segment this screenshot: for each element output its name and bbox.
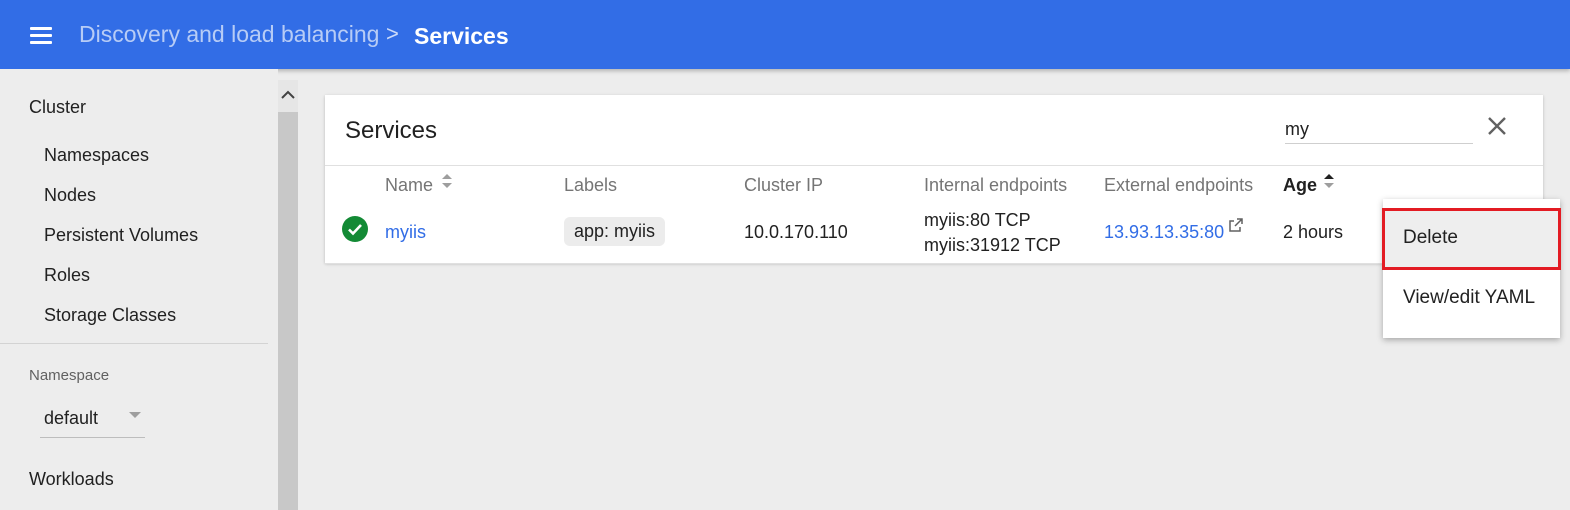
sidebar-item-persistent-volumes[interactable]: Persistent Volumes: [44, 225, 198, 246]
column-header-cluster-ip: Cluster IP: [744, 175, 824, 195]
breadcrumb-chevron-icon: >: [386, 21, 399, 46]
column-header-internal-endpoints: Internal endpoints: [924, 175, 1068, 195]
internal-endpoint: myiis:80 TCP: [924, 210, 1031, 230]
open-in-new-icon[interactable]: [1229, 218, 1243, 232]
age-value: 2 hours: [1283, 222, 1344, 242]
namespace-select[interactable]: default: [40, 400, 145, 438]
table-row-divider: [325, 263, 1543, 264]
sidebar: Cluster Namespaces Nodes Persistent Volu…: [0, 69, 278, 510]
sort-icon[interactable]: [1322, 171, 1336, 193]
sidebar-scrollbar[interactable]: [278, 80, 298, 510]
sidebar-section-workloads[interactable]: Workloads: [29, 469, 114, 490]
sidebar-item-roles[interactable]: Roles: [44, 265, 90, 286]
breadcrumb-parent[interactable]: Discovery and load balancing: [79, 20, 379, 48]
menu-item-delete[interactable]: Delete: [1382, 208, 1561, 270]
column-header-name[interactable]: Name: [385, 175, 433, 196]
chevron-down-icon: [129, 412, 141, 418]
status-ok-icon: [342, 216, 368, 242]
top-app-bar: Discovery and load balancing > Services: [0, 0, 1570, 69]
sidebar-item-nodes[interactable]: Nodes: [44, 185, 96, 206]
breadcrumb-current: Services: [414, 23, 509, 49]
external-endpoint-link[interactable]: 13.93.13.35:80: [1104, 222, 1224, 243]
menu-item-label: Delete: [1403, 227, 1458, 248]
row-actions-menu: Delete View/edit YAML: [1382, 199, 1561, 338]
scrollbar-thumb[interactable]: [278, 112, 298, 510]
hamburger-menu-icon[interactable]: [29, 25, 53, 45]
menu-item-view-edit-yaml[interactable]: View/edit YAML: [1383, 268, 1560, 328]
menu-item-label: View/edit YAML: [1403, 287, 1536, 308]
cluster-ip-value: 10.0.170.110: [744, 222, 848, 242]
namespace-label: Namespace: [29, 367, 110, 384]
sidebar-item-namespaces[interactable]: Namespaces: [44, 145, 149, 166]
close-icon[interactable]: [1486, 115, 1508, 137]
column-header-age[interactable]: Age: [1283, 175, 1317, 196]
service-name-link[interactable]: myiis: [385, 222, 426, 243]
services-card: Services Name Labels Cluster IP Internal…: [325, 95, 1543, 264]
sidebar-divider: [0, 343, 268, 344]
namespace-selected-value: default: [44, 408, 99, 428]
scroll-up-icon[interactable]: [278, 80, 298, 112]
search-input[interactable]: [1285, 115, 1473, 144]
column-header-external-endpoints: External endpoints: [1104, 175, 1254, 195]
internal-endpoint: myiis:31912 TCP: [924, 235, 1061, 255]
sidebar-section-cluster[interactable]: Cluster: [29, 97, 86, 118]
table-header-divider: [325, 165, 1543, 166]
column-header-labels: Labels: [564, 175, 618, 195]
sidebar-item-storage-classes[interactable]: Storage Classes: [44, 305, 176, 326]
label-chip: app: myiis: [564, 217, 666, 246]
sort-icon[interactable]: [440, 171, 454, 193]
card-title: Services: [345, 117, 438, 144]
